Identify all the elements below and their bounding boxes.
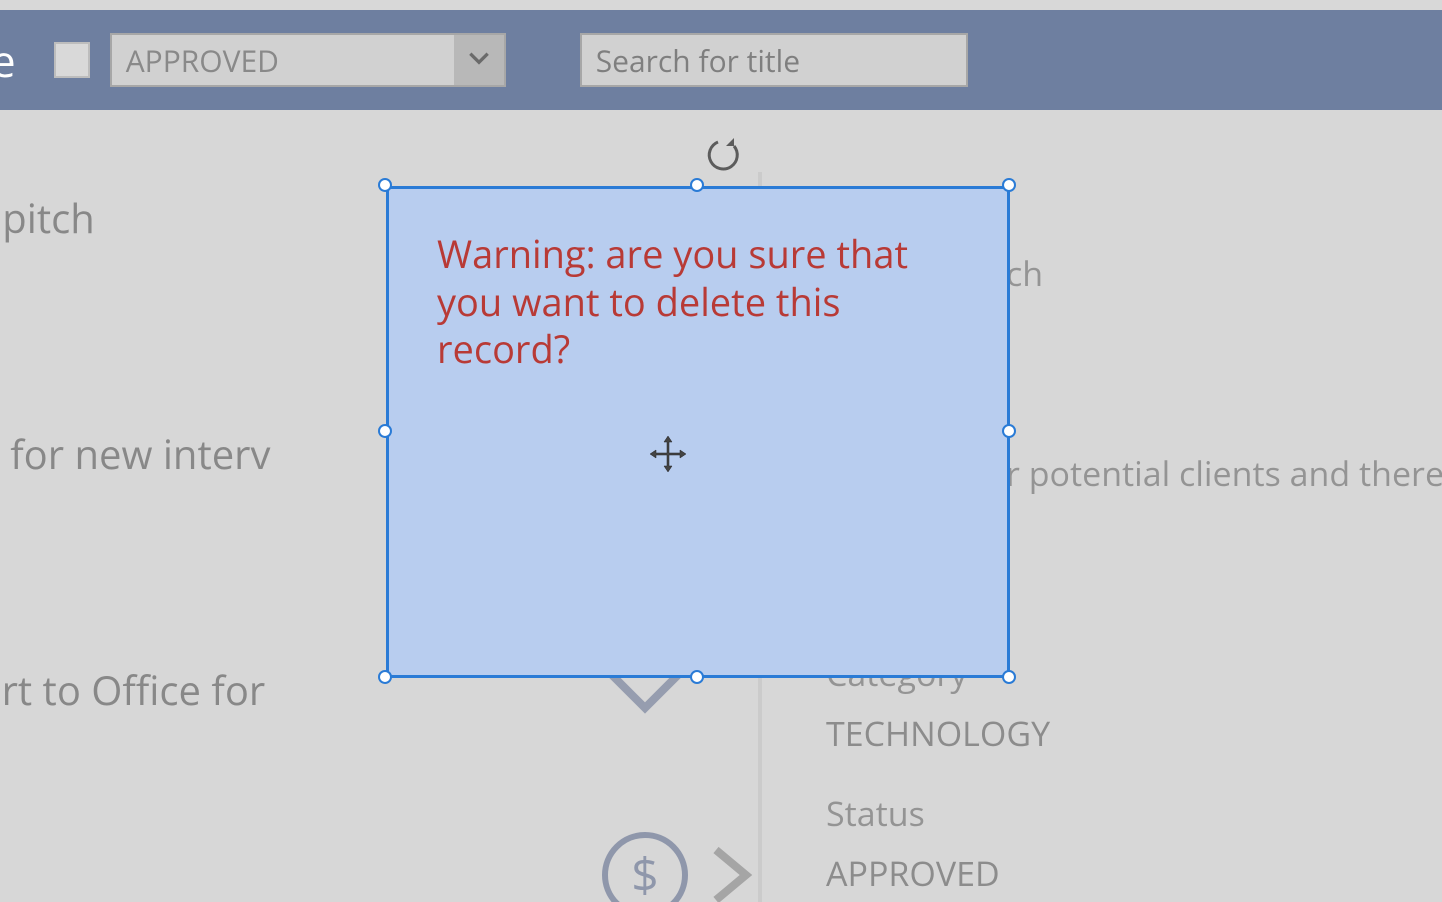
- resize-handle-bottom-left[interactable]: [378, 670, 392, 684]
- move-cursor-icon: [648, 434, 688, 479]
- window-top-strip: [0, 0, 1442, 10]
- app-header: se APPROVED Search for title: [0, 10, 1442, 110]
- resize-handle-middle-left[interactable]: [378, 424, 392, 438]
- detail-text-fragment: ch: [1006, 250, 1043, 296]
- search-input[interactable]: Search for title: [580, 33, 968, 87]
- resize-handle-top-right[interactable]: [1002, 178, 1016, 192]
- category-value: TECHNOLOGY: [826, 710, 1050, 756]
- svg-text:$: $: [631, 842, 658, 902]
- currency-icon[interactable]: $: [600, 830, 690, 902]
- resize-handle-bottom-middle[interactable]: [690, 670, 704, 684]
- filter-select-dropdown-button[interactable]: [454, 35, 504, 85]
- warning-dialog-design-element[interactable]: Warning: are you sure that you want to d…: [386, 186, 1010, 678]
- filter-checkbox[interactable]: [54, 42, 90, 78]
- filter-select[interactable]: APPROVED: [110, 33, 506, 87]
- chevron-down-icon: [466, 45, 492, 76]
- page-title-fragment: se: [0, 30, 16, 90]
- resize-handle-middle-right[interactable]: [1002, 424, 1016, 438]
- filter-select-value: APPROVED: [112, 40, 454, 81]
- detail-text-fragment: r potential clients and there were 6 of …: [1006, 450, 1442, 496]
- resize-handle-top-left[interactable]: [378, 178, 392, 192]
- detail-panel: Category TECHNOLOGY Status APPROVED: [826, 650, 1050, 902]
- resize-handle-bottom-right[interactable]: [1002, 670, 1016, 684]
- item-status: OVED: [0, 776, 760, 822]
- chevron-right-icon[interactable]: [706, 840, 756, 902]
- warning-text: Warning: are you sure that you want to d…: [389, 189, 1007, 374]
- resize-handle-top-middle[interactable]: [690, 178, 704, 192]
- status-label: Status: [826, 790, 1050, 836]
- search-placeholder: Search for title: [596, 40, 800, 81]
- rotate-handle-icon[interactable]: [706, 136, 742, 177]
- status-value: APPROVED: [826, 850, 1050, 896]
